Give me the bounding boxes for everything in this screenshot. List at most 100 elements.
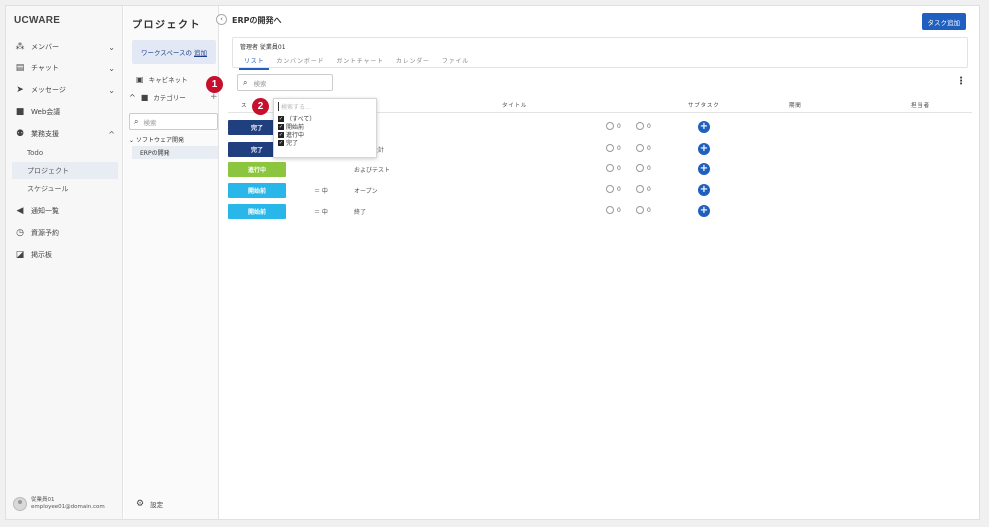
priority-label: ＝ 中 [314, 188, 328, 195]
comment-count-value: 0 [617, 122, 621, 130]
add-task-button[interactable]: タスク追加 [921, 13, 966, 30]
reaction-count[interactable]: 0 [636, 206, 651, 214]
tab-gantt[interactable]: ガントチャート [331, 56, 389, 70]
col-assignee[interactable]: 担当者 [911, 101, 930, 109]
nav-label: 業務支援 [31, 130, 59, 138]
comment-count[interactable]: 0 [606, 206, 621, 214]
comment-count-value: 0 [617, 206, 621, 214]
status-badge[interactable]: 開始前 [228, 183, 286, 198]
team-icon: ⚉ [15, 129, 25, 139]
clock-icon: ◷ [16, 228, 24, 238]
col-title[interactable]: タイトル [502, 101, 527, 109]
settings-button[interactable]: ⚙ 設定 [136, 499, 163, 509]
step-badge-2: 2 [252, 98, 269, 115]
nav-item-reservation[interactable]: ◷ 資源予約 [14, 224, 117, 242]
comment-count-value: 0 [617, 144, 621, 152]
comment-count[interactable]: 0 [606, 144, 621, 152]
search-placeholder: 検索 [143, 118, 157, 127]
ws-button-label: ワークスペースの [140, 49, 193, 57]
collapse-panel-button[interactable]: ‹ [216, 14, 227, 25]
search-icon: ⌕ [134, 116, 139, 126]
view-tabs: リスト カンバンボード ガントチャート カレンダー ファイル [239, 56, 474, 70]
project-panel-title: プロジェクト [132, 20, 201, 31]
add-subtask-button[interactable]: + [698, 184, 710, 196]
checkbox-checked-icon: ✓ [278, 131, 284, 138]
task-title[interactable]: オープン [354, 186, 378, 195]
user-profile[interactable]: 従業員01 employee01@domain.com [13, 497, 105, 511]
nav-item-notice[interactable]: ◀ 通知一覧 [14, 202, 117, 220]
reaction-count[interactable]: 0 [636, 164, 651, 172]
tab-calendar[interactable]: カレンダー [391, 56, 435, 70]
nav-item-member[interactable]: ⁂ メンバー ⌄ [14, 38, 117, 56]
nav-label: メッセージ [31, 86, 66, 94]
comment-count-value: 0 [617, 164, 621, 172]
table-row[interactable]: 開始前 ＝ 中 終了 0 0 + [228, 202, 972, 222]
status-badge[interactable]: 開始前 [228, 204, 286, 219]
col-period[interactable]: 期間 [789, 101, 802, 109]
chevron-down-icon: ⌄ [108, 63, 115, 73]
nav-item-business[interactable]: ⚉ 業務支援 ^ [14, 125, 117, 143]
nav-item-board[interactable]: ◪ 掲示板 [14, 246, 117, 264]
status-filter-popup: 検索する... ✓ （すべて） ✓ 開始前 ✓ 進行中 ✓ 完了 [273, 98, 377, 158]
reaction-count[interactable]: 0 [636, 122, 651, 130]
status-badge[interactable]: 進行中 [228, 162, 286, 177]
tree-leaf-erp[interactable]: ERPの開発 [132, 146, 218, 159]
comment-icon [606, 144, 614, 152]
add-subtask-button[interactable]: + [698, 163, 710, 175]
task-title[interactable]: およびテスト [354, 165, 390, 174]
category-header[interactable]: ^ ■ カテゴリー [129, 92, 186, 103]
reaction-count[interactable]: 0 [636, 144, 651, 152]
filter-search-input[interactable]: 検索する... [278, 102, 311, 111]
tab-kanban[interactable]: カンバンボード [271, 56, 329, 70]
nav-item-message[interactable]: ➤ メッセージ ⌄ [14, 81, 117, 99]
col-status[interactable]: ス [241, 101, 247, 109]
sub-item-project[interactable]: プロジェクト [12, 162, 118, 179]
checkbox-checked-icon: ✓ [278, 123, 284, 130]
tab-file[interactable]: ファイル [437, 56, 474, 70]
add-subtask-button[interactable]: + [698, 121, 710, 133]
add-subtask-button[interactable]: + [698, 205, 710, 217]
member-icon: ⁂ [15, 42, 25, 52]
add-workspace-button[interactable]: ワークスペースの 追加 [132, 40, 216, 64]
reaction-count[interactable]: 0 [636, 185, 651, 193]
emoji-icon [636, 144, 644, 152]
task-search-input[interactable]: ⌕ 検索 [237, 74, 333, 91]
table-row[interactable]: 開始前 ＝ 中 オープン 0 0 + [228, 181, 972, 201]
emoji-icon [636, 206, 644, 214]
tree-group[interactable]: ⌄ ソフトウェア開発 [129, 135, 184, 144]
col-subtask[interactable]: サブタスク [688, 101, 720, 109]
add-category-icon[interactable]: + [210, 92, 218, 102]
nav-label: メンバー [31, 43, 59, 51]
project-search-input[interactable]: ⌕ 検索 [129, 113, 218, 130]
sub-item-schedule[interactable]: スケジュール [12, 180, 118, 197]
reaction-count-value: 0 [647, 164, 651, 172]
sub-item-todo[interactable]: Todo [12, 144, 118, 161]
cabinet-item[interactable]: ▣ キャビネット [136, 74, 188, 85]
task-title[interactable]: 終了 [354, 207, 366, 216]
add-subtask-button[interactable]: + [698, 143, 710, 155]
emoji-icon [636, 185, 644, 193]
nav-item-chat[interactable]: ▤ チャット ⌄ [14, 59, 117, 77]
emoji-icon [636, 164, 644, 172]
project-panel: プロジェクト ワークスペースの 追加 ▣ キャビネット ^ ■ カテゴリー + … [124, 6, 219, 519]
nav-label: 掲示板 [31, 251, 52, 259]
board-icon: ◪ [15, 250, 25, 260]
comment-count[interactable]: 0 [606, 185, 621, 193]
cabinet-label: キャビネット [148, 76, 188, 84]
main-content: ERPの開発へ タスク追加 管理者 従業員01 リスト カンバンボード ガントチ… [220, 6, 979, 519]
chevron-up-icon: ^ [108, 129, 115, 139]
table-row[interactable]: 進行中 およびテスト 0 0 + [228, 160, 972, 180]
comment-count[interactable]: 0 [606, 122, 621, 130]
comment-count[interactable]: 0 [606, 164, 621, 172]
checkbox-checked-icon: ✓ [278, 115, 284, 122]
more-options-icon[interactable]: ⋮ [956, 76, 966, 87]
step-badge-1: 1 [206, 76, 223, 93]
tab-list[interactable]: リスト [239, 56, 270, 70]
app-window: UCWARE ⁂ メンバー ⌄ ▤ チャット ⌄ ➤ メッセージ ⌄ ■ Web… [5, 5, 980, 520]
filter-option-done[interactable]: ✓ 完了 [278, 138, 298, 147]
left-nav: UCWARE ⁂ メンバー ⌄ ▤ チャット ⌄ ➤ メッセージ ⌄ ■ Web… [6, 6, 123, 519]
nav-item-webmeeting[interactable]: ■ Web会議 [14, 103, 117, 121]
chat-icon: ▤ [15, 63, 25, 73]
chevron-down-icon: ⌄ [129, 137, 136, 144]
video-icon: ■ [15, 107, 25, 117]
